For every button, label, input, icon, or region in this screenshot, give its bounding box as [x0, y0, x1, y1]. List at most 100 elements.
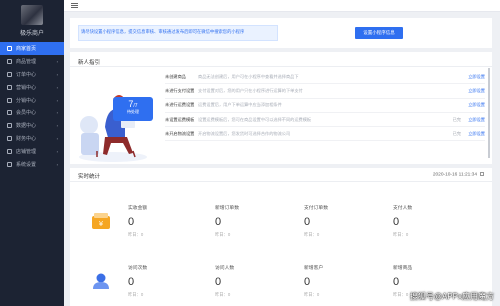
sidebar-item-store[interactable]: 店铺管理 › [0, 145, 64, 158]
sidebar-nav: 商家首页 商品管理 › 订单中心 › 营销中心 › 分销中心 › 会员中心 › 数据中心 ›… [0, 42, 64, 171]
sidebar-item-label: 数据中心 [16, 123, 37, 130]
sidebar-item-label: 店铺管理 [16, 149, 37, 156]
task-desc: 运费设置后，用户下单运算中应当添加相条件 [198, 102, 282, 108]
sidebar-item-goods[interactable]: 商品管理 › [0, 55, 64, 68]
wallet-icon: ¥ [92, 213, 110, 229]
stat-cell: 支付人数 0 昨日：0 [393, 204, 478, 238]
stat-cell: 访问人数 0 昨日：0 [215, 264, 300, 298]
distribution-icon [7, 97, 12, 103]
stat-value: 0 [393, 276, 400, 288]
chevron-right-icon: › [56, 149, 58, 155]
sidebar-item-label: 订单中心 [16, 71, 37, 78]
sidebar-item-label: 系统设置 [16, 161, 37, 168]
notice-panel: 请尽快设置小程序信息，提交信息审核、审核通过发布后即可在微信中搜索您的小程序 设… [70, 18, 492, 48]
sidebar-item-label: 营销中心 [16, 84, 37, 91]
task-action-link[interactable]: 立即设置 [465, 88, 485, 94]
task-desc: 设置运费模板后，您可在商品设置中可以选择不同的运费模板 [198, 116, 312, 122]
store-icon [7, 149, 12, 155]
task-row: 未进行支付设置 支付设置对后，您的用户只在小程序进行运算的下单支付 立即设置 [165, 84, 485, 99]
watermark: 搜狐号@APPx应用魔方 [409, 292, 494, 301]
finance-icon [7, 136, 12, 142]
task-action-link[interactable]: 立即设置 [465, 117, 485, 123]
stat-yesterday: 昨日：0 [393, 232, 409, 237]
stat-label: 支付人数 [393, 206, 413, 211]
realtime-stats-card: 实时统计 2020-10-16 11:21:34 ¥ 实收金额 0 昨日：0 新… [70, 168, 492, 306]
task-title: 未进行支付设置 [165, 87, 195, 93]
pending-badge: 7/7 待处理 [113, 97, 153, 121]
goods-icon [7, 58, 12, 64]
stat-value: 0 [215, 276, 222, 288]
stat-value: 0 [128, 276, 135, 288]
sidebar: 极乐商户 商家首页 商品管理 › 订单中心 › 营销中心 › 分销中心 › 会员中心 › … [0, 0, 64, 306]
stat-cell: 支付订单数 0 昨日：0 [304, 204, 389, 238]
task-title: 未进行运费设置 [165, 102, 195, 108]
marketing-icon [7, 84, 12, 90]
task-title: 未创建商品 [165, 73, 186, 79]
calendar-icon[interactable] [480, 172, 484, 176]
sidebar-item-orders[interactable]: 订单中心 › [0, 68, 64, 81]
task-desc: 支付设置对后，您的用户只在小程序进行运算的下单支付 [198, 87, 303, 93]
sidebar-item-settings[interactable]: 系统设置 › [0, 158, 64, 171]
sidebar-item-members[interactable]: 会员中心 › [0, 106, 64, 119]
order-icon [7, 71, 12, 77]
stats-timestamp: 2020-10-16 11:21:34 [432, 172, 477, 178]
scrollbar[interactable] [488, 68, 490, 158]
task-row: 未进行运费设置 运费设置后，用户下单运算中应当添加相条件 立即设置 [165, 99, 485, 113]
top-bar [64, 0, 500, 12]
gear-icon [7, 161, 12, 167]
sidebar-item-finance[interactable]: 财务中心 › [0, 132, 64, 145]
menu-icon[interactable] [71, 3, 78, 8]
task-row: 未创建商品 商品无法创建后，用户可在小程序中查看并选择商品下 立即设置 [165, 70, 485, 85]
stat-yesterday: 昨日：0 [304, 292, 320, 297]
store-name: 极乐商户 [19, 31, 44, 37]
stat-label: 访问人数 [215, 266, 235, 271]
task-list: 未创建商品 商品无法创建后，用户可在小程序中查看并选择商品下 立即设置 未进行支… [165, 70, 485, 142]
task-row: 未设置运费模板 设置运费模板后，您可在商品设置中可以选择不同的运费模板 已完 立… [165, 113, 485, 128]
task-title: 未设置运费模板 [165, 116, 195, 122]
task-desc: 开启物流设置后，您发货时可选择合作的物流公司 [198, 130, 291, 136]
store-logo [21, 5, 43, 25]
task-row: 未开启物流设置 开启物流设置后，您发货时可选择合作的物流公司 已完 立即设置 [165, 127, 485, 142]
stats-title: 实时统计 [78, 174, 101, 180]
stat-cell: 新增客户 0 昨日：0 [304, 264, 389, 298]
stat-cell: 新增订单数 0 昨日：0 [215, 204, 300, 238]
guide-title: 新人指引 [70, 52, 492, 67]
stat-value: 0 [304, 216, 311, 228]
stat-label: 实收金额 [128, 206, 148, 211]
chevron-right-icon: › [56, 123, 58, 129]
chevron-right-icon: › [56, 136, 58, 142]
stat-label: 访问次数 [128, 266, 148, 271]
stat-value: 0 [128, 216, 135, 228]
home-icon [7, 45, 12, 51]
sidebar-item-label: 财务中心 [16, 136, 37, 143]
task-action-link[interactable]: 立即设置 [465, 131, 485, 137]
setup-miniprogram-button[interactable]: 设置小程序信息 [355, 27, 403, 39]
stat-value: 0 [215, 216, 222, 228]
stat-label: 新增客户 [304, 266, 324, 271]
stat-yesterday: 昨日：0 [128, 232, 144, 237]
data-icon [7, 123, 12, 129]
svg-text:¥: ¥ [99, 220, 104, 228]
sidebar-item-home[interactable]: 商家首页 [0, 42, 64, 55]
stat-value: 0 [393, 216, 400, 228]
task-title: 未开启物流设置 [165, 130, 195, 136]
notice-text: 请尽快设置小程序信息，提交信息审核、审核通过发布后即可在微信中搜索您的小程序 [81, 29, 245, 34]
stats-row-sales: ¥ 实收金额 0 昨日：0 新增订单数 0 昨日：0 支付订单数 0 昨日：0 … [78, 198, 486, 250]
member-icon [7, 110, 12, 116]
stat-yesterday: 昨日：0 [304, 232, 320, 237]
stat-label: 新增订单数 [215, 206, 239, 211]
task-status: 已完 [452, 130, 461, 136]
task-action-link[interactable]: 立即设置 [465, 74, 485, 80]
stat-label: 支付订单数 [304, 206, 328, 211]
task-status: 已完 [452, 116, 461, 122]
sidebar-item-label: 商品管理 [16, 58, 37, 65]
task-action-link[interactable]: 立即设置 [465, 102, 485, 108]
stat-label: 新增商品 [393, 266, 413, 271]
sidebar-item-data[interactable]: 数据中心 › [0, 119, 64, 132]
sidebar-item-label: 商家首页 [16, 45, 37, 52]
sidebar-item-distribution[interactable]: 分销中心 › [0, 94, 64, 107]
sidebar-item-label: 会员中心 [16, 110, 37, 117]
chevron-right-icon: › [56, 110, 58, 116]
sidebar-item-label: 分销中心 [16, 97, 37, 104]
sidebar-item-marketing[interactable]: 营销中心 › [0, 81, 64, 94]
